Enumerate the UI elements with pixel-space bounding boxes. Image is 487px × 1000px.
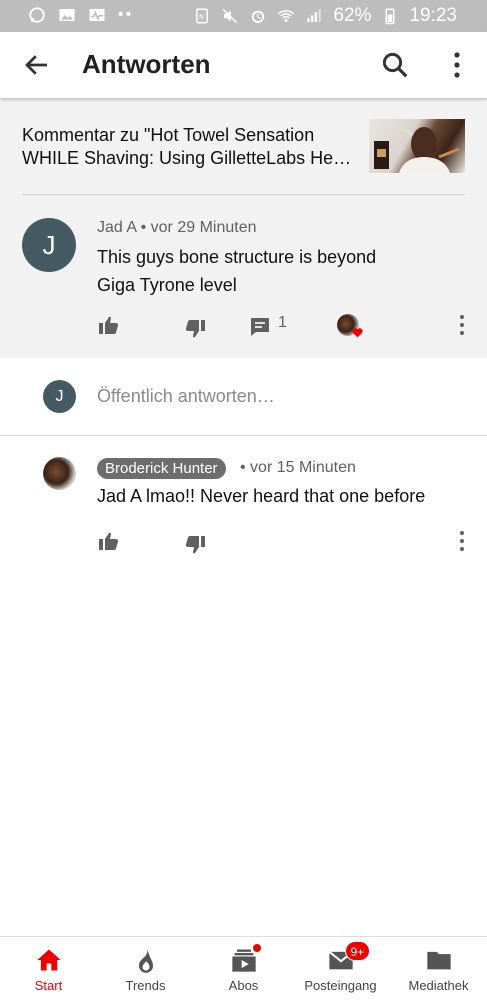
reply-time: vor 15 Minuten bbox=[250, 459, 356, 476]
like-icon[interactable] bbox=[97, 313, 121, 337]
meta-separator: • bbox=[140, 219, 151, 236]
new-content-dot bbox=[251, 943, 262, 953]
video-reference-line-2: WHILE Shaving: Using GilletteLabs He… bbox=[22, 148, 352, 168]
status-bar: •• N 62% 19:23 bbox=[0, 0, 487, 32]
more-notifications-icon: •• bbox=[118, 6, 134, 23]
nav-posteingang[interactable]: 9+ Posteingang bbox=[292, 937, 389, 1000]
dislike-icon[interactable] bbox=[183, 317, 207, 341]
original-comment-section: Kommentar zu "Hot Towel Sensation WHILE … bbox=[0, 98, 487, 358]
video-thumbnail[interactable] bbox=[369, 119, 465, 173]
nav-label-mediathek: Mediathek bbox=[408, 978, 469, 993]
dislike-icon[interactable] bbox=[183, 533, 207, 557]
meta-separator: • bbox=[240, 459, 251, 476]
inbox-badge: 9+ bbox=[344, 941, 371, 961]
nfc-icon: N bbox=[196, 8, 209, 24]
comment-time: vor 29 Minuten bbox=[150, 219, 257, 236]
reply-comment: Broderick Hunter • vor 15 Minuten Jad A … bbox=[0, 436, 487, 566]
reply-menu-icon[interactable] bbox=[452, 529, 472, 553]
reply-input-row: J bbox=[0, 358, 487, 436]
comment-meta: Jad A • vor 29 Minuten bbox=[97, 219, 257, 237]
home-icon bbox=[36, 949, 61, 971]
alarm-icon bbox=[252, 10, 265, 23]
reply-comment-icon[interactable] bbox=[248, 315, 272, 339]
avatar[interactable]: J bbox=[22, 218, 76, 272]
divider bbox=[22, 194, 465, 195]
more-options-icon[interactable] bbox=[447, 50, 467, 80]
comment-text-line-2: Giga Tyrone level bbox=[97, 275, 237, 295]
comment-actions: 1 bbox=[0, 313, 487, 339]
comment-menu-icon[interactable] bbox=[452, 313, 472, 337]
public-reply-input[interactable] bbox=[97, 386, 457, 407]
nav-label-start: Start bbox=[34, 978, 63, 993]
nav-label-trends: Trends bbox=[125, 978, 166, 993]
nav-trends[interactable]: Trends bbox=[97, 937, 194, 1000]
activity-icon bbox=[89, 9, 105, 21]
search-icon[interactable] bbox=[380, 50, 410, 80]
comment-author[interactable]: Jad A bbox=[97, 219, 136, 236]
comment-text: This guys bone structure is beyond Giga … bbox=[97, 243, 437, 299]
nav-mediathek[interactable]: Mediathek bbox=[390, 937, 487, 1000]
clock: 19:23 bbox=[409, 5, 457, 26]
reply-count: 1 bbox=[278, 314, 287, 331]
heart-icon bbox=[352, 328, 363, 338]
bottom-navigation: Start Trends Abos 9+ Posteingang Mediath… bbox=[0, 936, 487, 1000]
video-reference[interactable]: Kommentar zu "Hot Towel Sensation WHILE … bbox=[22, 124, 362, 170]
nav-label-abos: Abos bbox=[228, 978, 259, 993]
nav-label-posteingang: Posteingang bbox=[304, 978, 377, 993]
back-arrow-icon[interactable] bbox=[22, 50, 52, 80]
flame-icon bbox=[138, 948, 153, 973]
app-bar: Antworten bbox=[0, 32, 487, 98]
like-icon[interactable] bbox=[97, 529, 121, 553]
wifi-icon bbox=[278, 10, 295, 22]
reply-author-avatar[interactable] bbox=[43, 457, 76, 490]
mute-icon bbox=[223, 8, 238, 24]
battery-icon bbox=[385, 8, 395, 25]
video-reference-line-1: Kommentar zu "Hot Towel Sensation bbox=[22, 125, 315, 145]
my-avatar: J bbox=[43, 380, 76, 413]
signal-icon bbox=[307, 9, 322, 22]
reply-author-chip[interactable]: Broderick Hunter bbox=[97, 458, 226, 479]
reply-meta: • vor 15 Minuten bbox=[240, 459, 356, 477]
page-title: Antworten bbox=[82, 49, 211, 79]
svg-text:N: N bbox=[199, 13, 204, 21]
battery-percent: 62% bbox=[333, 5, 372, 26]
comment-text-line-1: This guys bone structure is beyond bbox=[97, 247, 377, 267]
whatsapp-icon bbox=[29, 7, 45, 23]
gallery-icon bbox=[59, 9, 75, 21]
reply-text: Jad A lmao!! Never heard that one before bbox=[97, 486, 426, 506]
nav-abos[interactable]: Abos bbox=[195, 937, 292, 1000]
folder-icon bbox=[426, 951, 451, 970]
nav-start[interactable]: Start bbox=[0, 937, 97, 1000]
